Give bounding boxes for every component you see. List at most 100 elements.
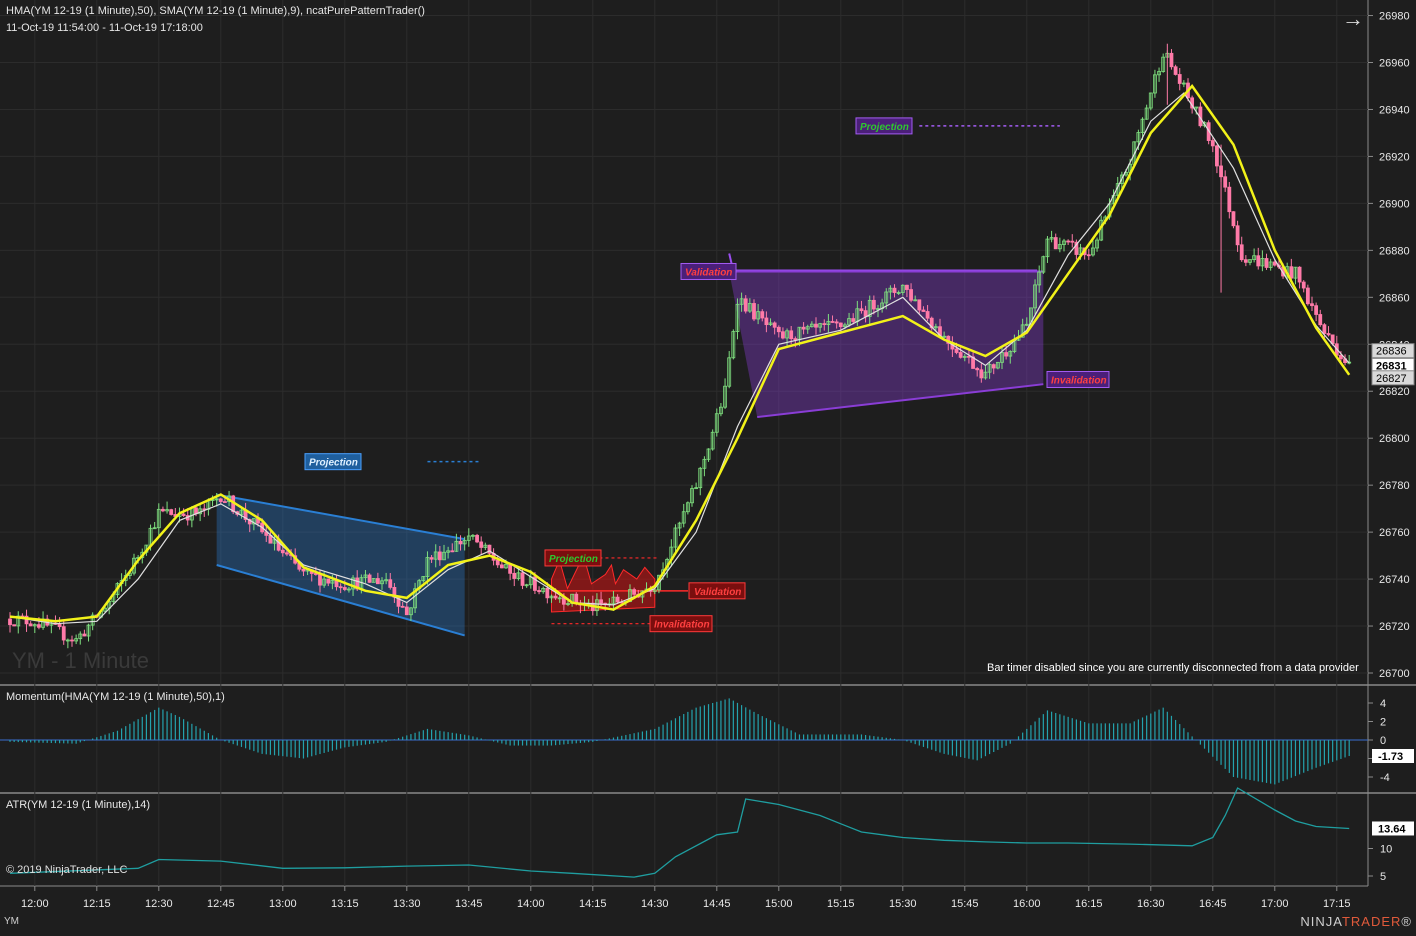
arrow-right-icon[interactable]: →	[1342, 6, 1364, 32]
candle-down	[57, 624, 62, 628]
candle-down	[1310, 303, 1314, 307]
candle-down	[599, 599, 603, 604]
atr-title: ATR(YM 12-19 (1 Minute),14)	[6, 799, 150, 811]
x-tick-label: 14:45	[703, 898, 731, 910]
candle-down	[318, 573, 322, 586]
candle-down	[1314, 305, 1319, 315]
candle-down	[892, 287, 897, 293]
y-tick-label: 26820	[1379, 386, 1410, 398]
candle-down	[1070, 240, 1075, 243]
y-tick-label: 26740	[1379, 574, 1410, 586]
x-tick-label: 13:45	[455, 898, 483, 910]
x-tick-label: 16:15	[1075, 898, 1103, 910]
candle-down	[1004, 352, 1009, 357]
candle-down	[1223, 176, 1228, 188]
copyright: © 2019 NinjaTrader, LLC	[6, 864, 128, 876]
candle-down	[342, 587, 347, 590]
candle-down	[830, 321, 835, 323]
candle-down	[1053, 237, 1058, 250]
candle-down	[838, 322, 843, 328]
candle-down	[512, 572, 517, 579]
x-tick-label: 12:15	[83, 898, 111, 910]
purple-projection-label: Projection	[860, 122, 909, 133]
candle-down	[1086, 254, 1091, 257]
candle-down	[1227, 186, 1232, 213]
x-tick-label: 15:45	[951, 898, 979, 910]
momentum-tick-label: 4	[1380, 698, 1386, 710]
candle-down	[61, 626, 66, 641]
x-tick-label: 13:00	[269, 898, 297, 910]
candle-down	[388, 579, 393, 588]
candle-down	[975, 368, 980, 371]
candle-down	[1297, 266, 1302, 283]
candle-down	[285, 552, 289, 555]
x-tick-label: 16:45	[1199, 898, 1227, 910]
candle-down	[223, 501, 227, 503]
red-projection-label: Projection	[549, 554, 598, 565]
candle-down	[458, 540, 463, 545]
ninjatrader-logo: NINJATRADER®	[1300, 914, 1412, 929]
candle-down	[1305, 287, 1310, 305]
y-tick-label: 26920	[1379, 151, 1410, 163]
candle-down	[615, 596, 620, 603]
candle-down	[70, 639, 74, 642]
candle-down	[1210, 140, 1215, 147]
candle-down	[793, 338, 798, 341]
candle-down	[991, 364, 996, 369]
candle-down	[367, 574, 372, 583]
momentum-tick-label: -4	[1380, 772, 1390, 784]
candle-down	[1169, 52, 1174, 68]
y-tick-label: 26800	[1379, 433, 1410, 445]
chart-canvas[interactable]: 12:00 12:15 12:30 12:45 13:00 13:15 13:30 13:45…	[0, 0, 1416, 931]
candle-down	[822, 323, 827, 326]
candle-down	[776, 326, 781, 333]
candle-down	[863, 310, 868, 317]
candle-down	[1256, 255, 1261, 267]
candle-down	[1173, 66, 1178, 75]
x-tick-label: 17:00	[1261, 898, 1289, 910]
candle-down	[429, 557, 434, 560]
candle-down	[1215, 145, 1219, 167]
candle-down	[979, 369, 984, 379]
candle-down	[760, 311, 765, 319]
candle-down	[1322, 324, 1327, 334]
candle-down	[37, 624, 41, 628]
candle-down	[1289, 266, 1294, 279]
price-label: 26827	[1376, 373, 1407, 385]
purple-validation-label: Validation	[685, 267, 732, 278]
candle-down	[338, 586, 343, 589]
atr-tick-label: 5	[1380, 871, 1386, 883]
candle-down	[1177, 74, 1182, 84]
candle-down	[954, 348, 959, 353]
candle-down	[520, 572, 525, 586]
candle-down	[479, 541, 484, 548]
candle-down	[917, 299, 922, 311]
candle-down	[450, 550, 455, 553]
candle-down	[859, 308, 864, 312]
candle-down	[82, 633, 87, 637]
background	[0, 0, 1416, 931]
candle-down	[958, 352, 963, 358]
candle-down	[871, 299, 876, 310]
candle-down	[1235, 225, 1240, 246]
x-tick-label: 16:00	[1013, 898, 1041, 910]
candle-down	[169, 509, 174, 515]
date-range: 11-Oct-19 11:54:00 - 11-Oct-19 17:18:00	[6, 22, 203, 34]
y-tick-label: 26960	[1379, 58, 1410, 70]
y-tick-label: 26980	[1379, 11, 1410, 23]
price-label: 26836	[1376, 346, 1407, 358]
y-tick-label: 26880	[1379, 245, 1410, 257]
candle-down	[905, 284, 909, 290]
x-tick-label: 15:00	[765, 898, 793, 910]
brand-mark: ®	[1401, 914, 1412, 929]
candle-down	[280, 549, 285, 554]
red-invalidation-label: Invalidation	[654, 620, 710, 631]
purple-invalidation-label: Invalidation	[1051, 375, 1107, 386]
x-tick-label: 12:30	[145, 898, 173, 910]
candle-down	[1301, 281, 1306, 289]
chart-window: 12:00 12:15 12:30 12:45 13:00 13:15 13:30 13:45…	[0, 0, 1416, 931]
candle-down	[218, 498, 223, 502]
instrument-watermark: YM - 1 Minute	[12, 648, 149, 673]
candle-down	[1318, 314, 1323, 326]
red-validation-label: Validation	[694, 587, 741, 598]
